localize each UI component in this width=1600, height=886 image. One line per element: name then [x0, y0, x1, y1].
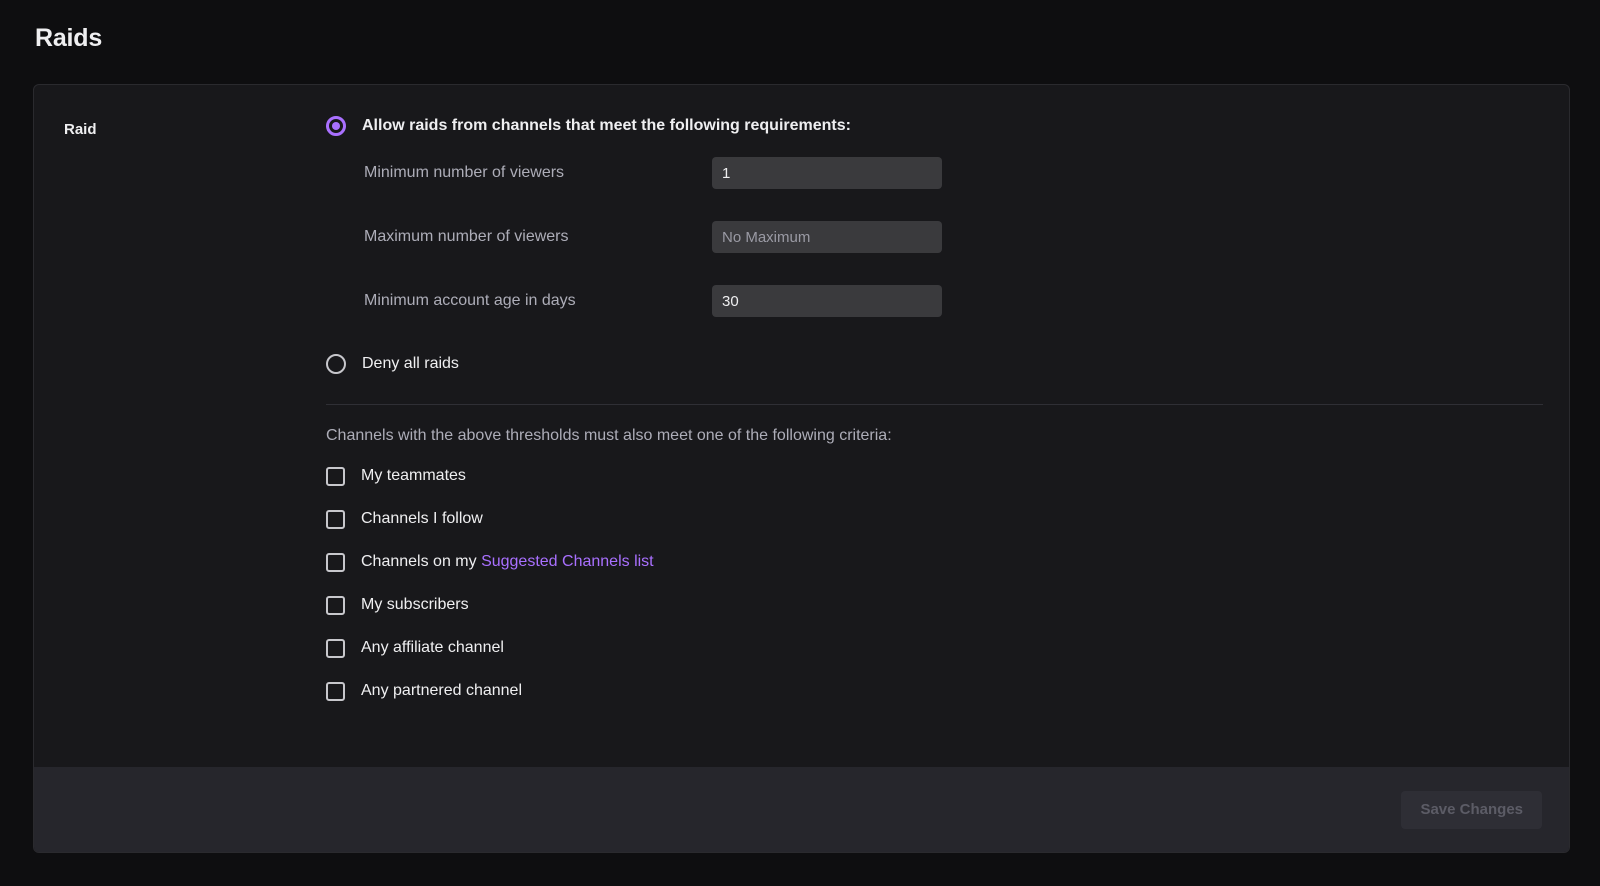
radio-deny-all-raids-icon[interactable]: [326, 354, 346, 374]
check-label-any-partnered[interactable]: Any partnered channel: [361, 682, 522, 700]
check-label-suggested-channels-prefix: Channels on my: [361, 553, 482, 570]
raids-settings-page: Raids Raid Allow raids from channels tha…: [0, 0, 1600, 886]
field-row-maximum-viewers: Maximum number of viewers: [364, 221, 1545, 253]
check-row-any-partnered[interactable]: Any partnered channel: [326, 680, 1545, 702]
criteria-checkbox-list: My teammates Channels I follow Channels …: [326, 465, 1545, 702]
page-title: Raids: [35, 24, 103, 52]
radio-label-deny-all-raids[interactable]: Deny all raids: [362, 355, 459, 373]
checkbox-channels-i-follow-icon[interactable]: [326, 509, 345, 529]
field-row-minimum-viewers: Minimum number of viewers: [364, 157, 1545, 189]
field-row-minimum-account-age: Minimum account age in days: [364, 285, 1545, 317]
check-label-my-subscribers[interactable]: My subscribers: [361, 596, 469, 614]
field-label-minimum-account-age: Minimum account age in days: [364, 292, 576, 309]
raid-controls: Allow raids from channels that meet the …: [326, 111, 1545, 723]
checkbox-my-teammates-icon[interactable]: [326, 466, 345, 486]
minimum-account-age-input[interactable]: [712, 285, 942, 317]
maximum-viewers-input[interactable]: [712, 221, 942, 253]
checkbox-my-subscribers-icon[interactable]: [326, 595, 345, 615]
checkbox-any-partnered-icon[interactable]: [326, 681, 345, 701]
checkbox-suggested-channels-icon[interactable]: [326, 552, 345, 572]
card-footer: Save Changes: [34, 767, 1569, 852]
save-changes-button[interactable]: Save Changes: [1401, 790, 1542, 829]
minimum-viewers-input[interactable]: [712, 157, 942, 189]
check-label-channels-i-follow[interactable]: Channels I follow: [361, 510, 483, 528]
check-row-my-teammates[interactable]: My teammates: [326, 465, 1545, 487]
check-label-suggested-channels[interactable]: Channels on my Suggested Channels list: [361, 553, 654, 571]
raid-settings-card: Raid Allow raids from channels that meet…: [33, 84, 1570, 853]
criteria-intro-text: Channels with the above thresholds must …: [326, 427, 892, 444]
radio-label-allow-raids[interactable]: Allow raids from channels that meet the …: [362, 117, 851, 135]
suggested-channels-list-link[interactable]: Suggested Channels list: [481, 553, 654, 570]
check-row-any-affiliate[interactable]: Any affiliate channel: [326, 637, 1545, 659]
radio-row-deny-all-raids[interactable]: Deny all raids: [326, 349, 1545, 379]
card-body: Raid Allow raids from channels that meet…: [34, 85, 1569, 769]
radio-allow-raids-icon[interactable]: [326, 116, 346, 136]
check-row-channels-i-follow[interactable]: Channels I follow: [326, 508, 1545, 530]
checkbox-any-affiliate-icon[interactable]: [326, 638, 345, 658]
check-row-my-subscribers[interactable]: My subscribers: [326, 594, 1545, 616]
field-label-maximum-viewers: Maximum number of viewers: [364, 228, 569, 245]
check-label-any-affiliate[interactable]: Any affiliate channel: [361, 639, 504, 657]
radio-row-allow-raids[interactable]: Allow raids from channels that meet the …: [326, 111, 1545, 141]
section-label-raid: Raid: [64, 121, 97, 138]
section-divider: [326, 404, 1543, 405]
check-row-suggested-channels[interactable]: Channels on my Suggested Channels list: [326, 551, 1545, 573]
field-label-minimum-viewers: Minimum number of viewers: [364, 164, 565, 181]
threshold-fields: Minimum number of viewers Maximum number…: [364, 157, 1545, 317]
check-label-my-teammates[interactable]: My teammates: [361, 467, 466, 485]
